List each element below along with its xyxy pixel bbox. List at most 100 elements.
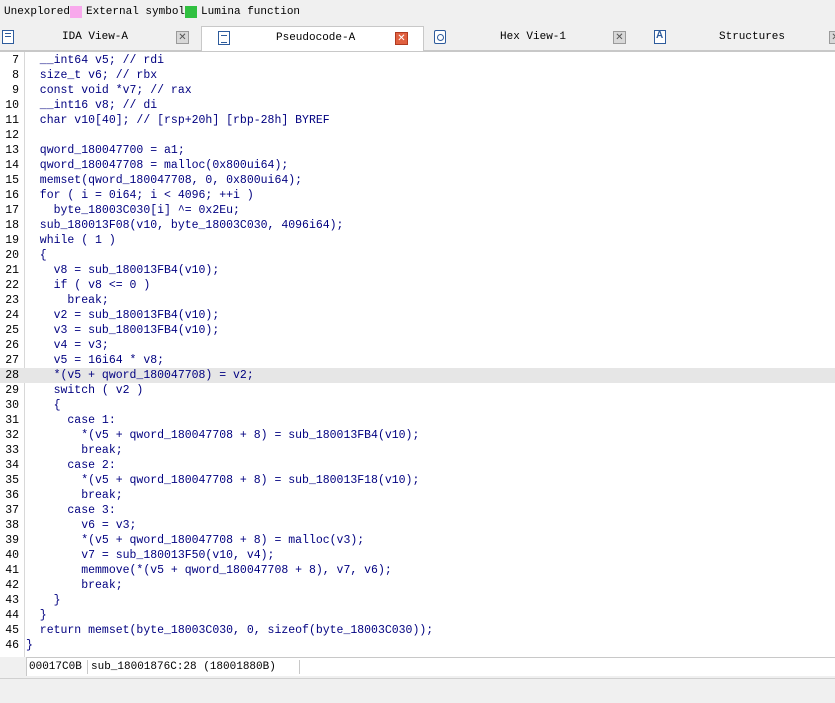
code-text[interactable]: *(v5 + qword_180047708) = v2; bbox=[26, 368, 254, 383]
code-text[interactable]: size_t v6; // rbx bbox=[26, 68, 157, 83]
code-text[interactable]: const void *v7; // rax bbox=[26, 83, 192, 98]
code-text[interactable]: v6 = v3; bbox=[26, 518, 136, 533]
line-number: 26 bbox=[5, 339, 19, 352]
code-text[interactable]: for ( i = 0i64; i < 4096; ++i ) bbox=[26, 188, 254, 203]
pseudocode-editor[interactable]: 7 __int64 v5; // rdi 8 size_t v6; // rbx 9… bbox=[0, 51, 835, 657]
code-line[interactable]: 20 { bbox=[0, 248, 835, 263]
code-line[interactable]: 27 v5 = 16i64 * v8; bbox=[0, 353, 835, 368]
code-text[interactable]: qword_180047700 = a1; bbox=[26, 143, 185, 158]
tab-hex-view-1[interactable]: Hex View-1 ✕ bbox=[424, 26, 639, 50]
tab-structures[interactable]: Structures ✕ bbox=[641, 26, 835, 50]
code-line[interactable]: 13 qword_180047700 = a1; bbox=[0, 143, 835, 158]
line-number: 20 bbox=[5, 249, 19, 262]
code-line[interactable]: 8 size_t v6; // rbx bbox=[0, 68, 835, 83]
close-icon[interactable]: ✕ bbox=[613, 31, 626, 44]
code-text[interactable]: } bbox=[26, 638, 33, 653]
status-offset: 00017C0B bbox=[29, 661, 82, 673]
code-text[interactable]: case 1: bbox=[26, 413, 115, 428]
code-text[interactable]: *(v5 + qword_180047708 + 8) = sub_180013… bbox=[26, 428, 419, 443]
code-line[interactable]: 36 break; bbox=[0, 488, 835, 503]
line-number: 8 bbox=[12, 69, 19, 82]
code-text[interactable]: break; bbox=[26, 578, 122, 593]
code-text[interactable]: byte_18003C030[i] ^= 0x2Eu; bbox=[26, 203, 240, 218]
code-line[interactable]: 41 memmove(*(v5 + qword_180047708 + 8), … bbox=[0, 563, 835, 578]
line-number: 29 bbox=[5, 384, 19, 397]
code-line[interactable]: 24 v2 = sub_180013FB4(v10); bbox=[0, 308, 835, 323]
code-line[interactable]: 14 qword_180047708 = malloc(0x800ui64); bbox=[0, 158, 835, 173]
code-line[interactable]: 39 *(v5 + qword_180047708 + 8) = malloc(… bbox=[0, 533, 835, 548]
tab-pseudocode-a[interactable]: Pseudocode-A ✕ bbox=[201, 26, 424, 51]
code-line[interactable]: 35 *(v5 + qword_180047708 + 8) = sub_180… bbox=[0, 473, 835, 488]
close-icon[interactable]: ✕ bbox=[176, 31, 189, 44]
code-line[interactable]: 25 v3 = sub_180013FB4(v10); bbox=[0, 323, 835, 338]
code-line[interactable]: 10 __int16 v8; // di bbox=[0, 98, 835, 113]
code-text[interactable]: case 3: bbox=[26, 503, 115, 518]
code-text[interactable]: break; bbox=[26, 488, 122, 503]
code-line[interactable]: 38 v6 = v3; bbox=[0, 518, 835, 533]
code-line[interactable]: 28 *(v5 + qword_180047708) = v2; bbox=[0, 368, 835, 383]
code-text[interactable]: v7 = sub_180013F50(v10, v4); bbox=[26, 548, 274, 563]
line-number: 24 bbox=[5, 309, 19, 322]
code-text[interactable]: v5 = 16i64 * v8; bbox=[26, 353, 164, 368]
code-text[interactable]: memmove(*(v5 + qword_180047708 + 8), v7,… bbox=[26, 563, 392, 578]
code-text[interactable]: qword_180047708 = malloc(0x800ui64); bbox=[26, 158, 288, 173]
close-icon[interactable]: ✕ bbox=[829, 31, 835, 44]
code-line[interactable]: 11 char v10[40]; // [rsp+20h] [rbp-28h] … bbox=[0, 113, 835, 128]
code-line[interactable]: 33 break; bbox=[0, 443, 835, 458]
code-text[interactable]: __int16 v8; // di bbox=[26, 98, 157, 113]
code-text[interactable]: char v10[40]; // [rsp+20h] [rbp-28h] BYR… bbox=[26, 113, 330, 128]
code-text[interactable]: } bbox=[26, 593, 61, 608]
code-line[interactable]: 21 v8 = sub_180013FB4(v10); bbox=[0, 263, 835, 278]
code-text[interactable]: { bbox=[26, 248, 47, 263]
code-line[interactable]: 19 while ( 1 ) bbox=[0, 233, 835, 248]
code-line[interactable]: 26 v4 = v3; bbox=[0, 338, 835, 353]
code-line[interactable]: 16 for ( i = 0i64; i < 4096; ++i ) bbox=[0, 188, 835, 203]
legend-label: Lumina function bbox=[201, 6, 301, 18]
structures-icon bbox=[654, 30, 666, 44]
code-line[interactable]: 29 switch ( v2 ) bbox=[0, 383, 835, 398]
code-text[interactable]: sub_180013F08(v10, byte_18003C030, 4096i… bbox=[26, 218, 344, 233]
code-text[interactable]: memset(qword_180047708, 0, 0x800ui64); bbox=[26, 173, 302, 188]
code-line[interactable]: 12 bbox=[0, 128, 835, 143]
code-text[interactable]: break; bbox=[26, 293, 108, 308]
code-line[interactable]: 42 break; bbox=[0, 578, 835, 593]
code-line[interactable]: 17 byte_18003C030[i] ^= 0x2Eu; bbox=[0, 203, 835, 218]
code-line[interactable]: 46} bbox=[0, 638, 835, 653]
code-text[interactable]: while ( 1 ) bbox=[26, 233, 116, 248]
code-text[interactable]: v8 = sub_180013FB4(v10); bbox=[26, 263, 220, 278]
code-text[interactable]: case 2: bbox=[26, 458, 115, 473]
line-number: 19 bbox=[5, 234, 19, 247]
code-line[interactable]: 40 v7 = sub_180013F50(v10, v4); bbox=[0, 548, 835, 563]
code-text[interactable]: switch ( v2 ) bbox=[26, 383, 144, 398]
code-line[interactable]: 32 *(v5 + qword_180047708 + 8) = sub_180… bbox=[0, 428, 835, 443]
code-line[interactable]: 15 memset(qword_180047708, 0, 0x800ui64)… bbox=[0, 173, 835, 188]
code-line[interactable]: 34 case 2: bbox=[0, 458, 835, 473]
code-line[interactable]: 18 sub_180013F08(v10, byte_18003C030, 40… bbox=[0, 218, 835, 233]
code-text[interactable]: } bbox=[26, 608, 47, 623]
code-line[interactable]: 45 return memset(byte_18003C030, 0, size… bbox=[0, 623, 835, 638]
code-line[interactable]: 31 case 1: bbox=[0, 413, 835, 428]
code-line[interactable]: 30 { bbox=[0, 398, 835, 413]
code-line[interactable]: 22 if ( v8 <= 0 ) bbox=[0, 278, 835, 293]
code-line[interactable]: 7 __int64 v5; // rdi bbox=[0, 53, 835, 68]
code-text[interactable]: return memset(byte_18003C030, 0, sizeof(… bbox=[26, 623, 433, 638]
tab-ida-view-a[interactable]: IDA View-A ✕ bbox=[0, 26, 200, 50]
legend-label: Unexplored bbox=[4, 6, 71, 18]
line-number: 36 bbox=[5, 489, 19, 502]
code-text[interactable]: v3 = sub_180013FB4(v10); bbox=[26, 323, 220, 338]
code-line[interactable]: 44 } bbox=[0, 608, 835, 623]
code-text[interactable]: *(v5 + qword_180047708 + 8) = malloc(v3)… bbox=[26, 533, 364, 548]
code-line[interactable]: 9 const void *v7; // rax bbox=[0, 83, 835, 98]
code-text[interactable]: { bbox=[26, 398, 61, 413]
code-text[interactable]: v2 = sub_180013FB4(v10); bbox=[26, 308, 220, 323]
close-icon[interactable]: ✕ bbox=[395, 32, 408, 45]
code-text[interactable]: __int64 v5; // rdi bbox=[26, 53, 164, 68]
code-text[interactable]: v4 = v3; bbox=[26, 338, 109, 353]
code-text[interactable]: break; bbox=[26, 443, 122, 458]
code-text[interactable]: *(v5 + qword_180047708 + 8) = sub_180013… bbox=[26, 473, 419, 488]
code-line[interactable]: 43 } bbox=[0, 593, 835, 608]
code-text[interactable]: if ( v8 <= 0 ) bbox=[26, 278, 151, 293]
legend-swatch bbox=[185, 6, 197, 18]
code-line[interactable]: 23 break; bbox=[0, 293, 835, 308]
code-line[interactable]: 37 case 3: bbox=[0, 503, 835, 518]
